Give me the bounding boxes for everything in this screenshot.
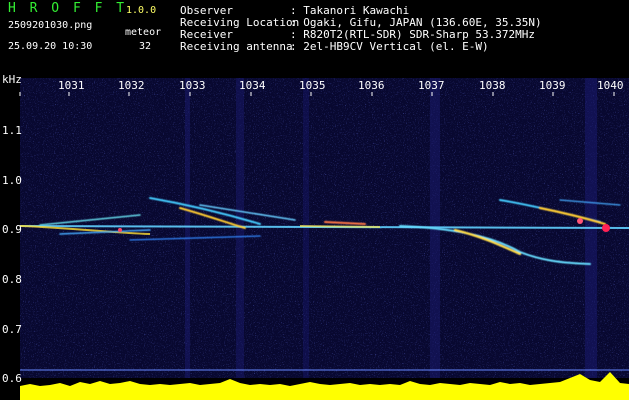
x-tick-label: 1038 [479,79,506,92]
meteor-head [577,218,583,224]
meteor-head [118,228,122,232]
y-tick-label: 0.7 [2,323,22,336]
y-tick-label: 0.6 [2,372,22,385]
x-tick-label: 1037 [418,79,445,92]
time-stripe [185,78,190,378]
x-tick-label: 1036 [358,79,385,92]
x-tick-label: 1034 [239,79,266,92]
x-tick-label: 1033 [179,79,206,92]
y-tick-label: 1.0 [2,174,22,187]
x-tick-label: 1040 [597,79,624,92]
x-tick-label: 1032 [118,79,145,92]
y-tick-label: 0.9 [2,223,22,236]
y-tick-label: 1.1 [2,124,22,137]
y-tick-label: 0.8 [2,273,22,286]
x-tick-label: 1039 [539,79,566,92]
x-tick-label: 1035 [299,79,326,92]
y-axis-unit: kHz [2,73,22,86]
spectrogram [19,78,629,400]
time-stripe [303,78,309,378]
carrier-line-hot [299,225,381,228]
x-tick-label: 1031 [58,79,85,92]
meteor-head [602,224,610,232]
